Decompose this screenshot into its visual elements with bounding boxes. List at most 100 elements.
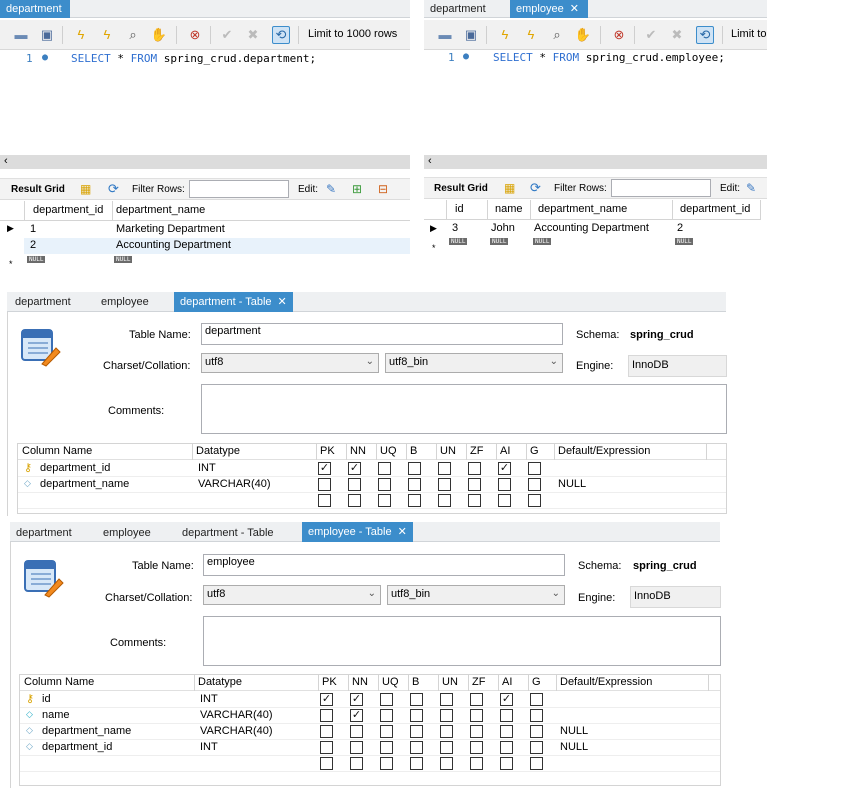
flag-checkbox[interactable]	[320, 757, 333, 770]
flag-checkbox[interactable]	[438, 462, 451, 475]
flag-checkbox[interactable]	[380, 757, 393, 770]
cell[interactable]: Marketing Department	[116, 223, 225, 235]
flag-checkbox[interactable]	[528, 478, 541, 491]
charset-select[interactable]: utf8 ⌄	[201, 353, 379, 373]
flag-checkbox[interactable]	[408, 462, 421, 475]
column-header[interactable]: department_id	[33, 204, 103, 216]
refresh-icon[interactable]: ⟳	[108, 181, 119, 197]
filter-rows-input[interactable]	[189, 180, 289, 198]
commit-icon[interactable]: ✔	[642, 26, 660, 44]
charset-select[interactable]: utf8 ⌄	[203, 585, 381, 605]
column-name-cell[interactable]: name	[42, 709, 70, 721]
save-icon[interactable]: ▣	[38, 26, 56, 44]
flag-checkbox[interactable]	[440, 709, 453, 722]
column-header[interactable]: name	[495, 203, 523, 215]
flag-checkbox[interactable]	[438, 494, 451, 507]
tab-department[interactable]: department	[424, 0, 508, 18]
flag-checkbox[interactable]: ✓	[498, 462, 511, 475]
autocommit-toggle-icon[interactable]: ⟲	[272, 26, 290, 44]
flag-checkbox[interactable]	[440, 693, 453, 706]
flag-checkbox[interactable]	[380, 709, 393, 722]
horizontal-scrollbar[interactable]: ‹	[424, 155, 767, 169]
tab-department-table[interactable]: department - Table ✕	[174, 292, 293, 312]
flag-checkbox[interactable]	[350, 741, 363, 754]
limit-rows-select[interactable]: Limit to 1000 rows	[308, 28, 397, 40]
cell[interactable]: Accounting Department	[116, 239, 231, 251]
flag-checkbox[interactable]	[350, 757, 363, 770]
flag-checkbox[interactable]	[320, 709, 333, 722]
close-tab-icon[interactable]: ✕	[398, 526, 407, 538]
flag-checkbox[interactable]	[500, 709, 513, 722]
column-header[interactable]: Default/Expression	[560, 676, 652, 688]
column-name-cell[interactable]: department_name	[42, 725, 131, 737]
flag-checkbox[interactable]	[530, 725, 543, 738]
rollback-icon[interactable]: ✖	[244, 26, 262, 44]
delete-row-icon[interactable]: ⊟	[378, 182, 388, 196]
table-name-input[interactable]: employee	[203, 554, 565, 576]
flag-checkbox[interactable]	[408, 478, 421, 491]
execute-current-lightning-icon[interactable]: ϟ	[98, 26, 116, 44]
grid-view-icon[interactable]: ▦	[80, 182, 91, 196]
tab-employee-table[interactable]: employee - Table ✕	[302, 522, 413, 542]
flag-checkbox[interactable]	[530, 741, 543, 754]
flag-checkbox[interactable]	[318, 478, 331, 491]
flag-checkbox[interactable]: ✓	[320, 693, 333, 706]
flag-checkbox[interactable]	[378, 462, 391, 475]
table-row[interactable]: 2 Accounting Department	[24, 238, 410, 254]
flag-checkbox[interactable]	[410, 741, 423, 754]
column-header[interactable]: department_id	[680, 203, 750, 215]
toggle-errors-icon[interactable]: ⊗	[186, 26, 204, 44]
execute-lightning-icon[interactable]: ϟ	[72, 26, 90, 44]
column-header[interactable]: Column Name	[24, 676, 94, 688]
stop-hand-icon[interactable]: ✋	[150, 26, 168, 44]
flag-checkbox[interactable]	[500, 725, 513, 738]
null-badge[interactable]: NULL	[114, 256, 133, 263]
column-row[interactable]: ◇ department_name VARCHAR(40) NULL	[18, 477, 726, 493]
column-header[interactable]: Default/Expression	[558, 445, 650, 457]
null-badge[interactable]: NULL	[533, 238, 552, 245]
column-header[interactable]: G	[532, 676, 541, 688]
close-tab-icon[interactable]: ✕	[570, 3, 579, 15]
flag-checkbox[interactable]	[470, 693, 483, 706]
sql-editor-right[interactable]: 1 ● SELECT * FROM spring_crud.employee;	[424, 51, 767, 151]
column-name-cell[interactable]: department_name	[40, 478, 129, 490]
refresh-icon[interactable]: ⟳	[530, 180, 541, 196]
datatype-cell[interactable]: INT	[200, 741, 218, 753]
flag-checkbox[interactable]	[470, 725, 483, 738]
scroll-left-icon[interactable]: ‹	[428, 155, 432, 167]
cell[interactable]: 2	[30, 239, 36, 251]
result-grid-tab[interactable]: Result Grid	[434, 183, 488, 194]
default-cell[interactable]: NULL	[558, 478, 586, 490]
tab-department-query[interactable]: department	[0, 0, 70, 18]
flag-checkbox[interactable]: ✓	[500, 693, 513, 706]
explain-magnifier-icon[interactable]: ⌕	[124, 26, 142, 44]
limit-rows-select[interactable]: Limit to	[731, 28, 766, 40]
cell[interactable]: 3	[452, 222, 458, 234]
column-name-cell[interactable]: department_id	[40, 462, 110, 474]
column-header[interactable]: Column Name	[22, 445, 92, 457]
column-header[interactable]: AI	[502, 676, 512, 688]
close-tab-icon[interactable]: ✕	[278, 296, 287, 308]
column-name-cell[interactable]: department_id	[42, 741, 112, 753]
null-badge[interactable]: NULL	[449, 238, 468, 245]
flag-checkbox[interactable]: ✓	[318, 462, 331, 475]
flag-checkbox[interactable]	[530, 709, 543, 722]
cell[interactable]: 2	[677, 222, 683, 234]
column-row[interactable]: ⚷ department_id INT ✓ ✓ ✓	[18, 461, 726, 477]
column-header[interactable]: UN	[442, 676, 458, 688]
column-header[interactable]: department_name	[538, 203, 627, 215]
engine-select[interactable]: InnoDB	[628, 355, 727, 377]
column-row[interactable]: ◇ name VARCHAR(40) ✓	[20, 708, 720, 724]
flag-checkbox[interactable]	[498, 478, 511, 491]
column-header[interactable]: ZF	[470, 445, 483, 457]
column-header[interactable]: B	[410, 445, 417, 457]
flag-checkbox[interactable]	[378, 494, 391, 507]
flag-checkbox[interactable]	[348, 478, 361, 491]
sql-editor-left[interactable]: 1 ● SELECT * FROM spring_crud.department…	[0, 52, 410, 152]
execute-current-lightning-icon[interactable]: ϟ	[522, 26, 540, 44]
flag-checkbox[interactable]	[320, 725, 333, 738]
flag-checkbox[interactable]	[440, 757, 453, 770]
comments-textarea[interactable]	[203, 616, 721, 666]
flag-checkbox[interactable]	[528, 462, 541, 475]
cell[interactable]: Accounting Department	[534, 222, 649, 234]
